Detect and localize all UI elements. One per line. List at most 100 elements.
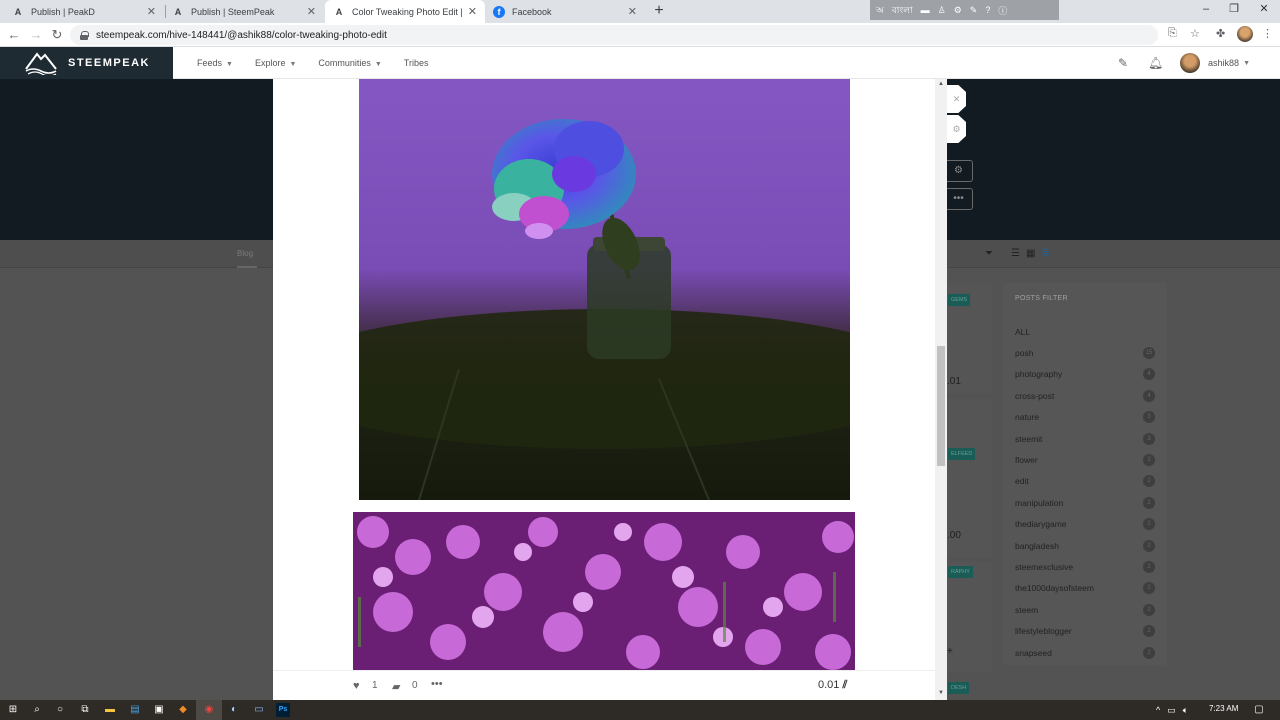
nav-explore[interactable]: Explore ▼ <box>255 58 296 68</box>
filter-item[interactable]: steem 2 <box>1003 599 1167 620</box>
photoshop-icon[interactable]: Ps <box>276 703 290 717</box>
chrome-menu-icon[interactable]: ⋮ <box>1262 27 1273 40</box>
avatar[interactable] <box>1180 53 1201 73</box>
filter-count-badge: 2 <box>1143 603 1155 616</box>
extensions-puzzle-icon[interactable]: ✤ <box>1216 27 1225 40</box>
volume-icon[interactable]: 🔈︎ <box>1183 705 1188 716</box>
close-tab-icon[interactable]: ✕ <box>628 5 637 18</box>
filter-name: steemexclusive <box>1015 561 1074 572</box>
main-navigation: Feeds ▼ Explore ▼ Communities ▼ Tribes <box>197 47 429 79</box>
nav-feeds[interactable]: Feeds ▼ <box>197 58 233 68</box>
compact-view-icon[interactable]: ≣ <box>1041 248 1049 259</box>
tab-color-tweaking[interactable]: A Color Tweaking Photo Edit | Stee ✕ <box>325 0 485 23</box>
reload-icon[interactable]: ↻ <box>48 26 66 44</box>
more-options-icon[interactable]: ••• <box>431 678 443 690</box>
bangla-keyboard-icon[interactable]: অ <box>876 3 884 18</box>
windows-start-icon[interactable]: ⊞ <box>6 703 20 717</box>
network-icon[interactable]: ▭ <box>1167 705 1176 716</box>
more-options-button[interactable]: ••• <box>944 188 973 210</box>
cortana-icon[interactable]: ○ <box>53 703 67 717</box>
filter-item[interactable]: snapseed 2 <box>1003 642 1167 663</box>
info-icon[interactable]: ⓘ <box>998 4 1007 17</box>
chevron-up-icon[interactable]: ^ <box>1156 705 1160 715</box>
new-tab-button[interactable]: + <box>650 2 668 20</box>
nav-communities[interactable]: Communities ▼ <box>318 58 381 68</box>
search-icon[interactable]: ⌕ <box>30 703 44 717</box>
steempeak-logo[interactable]: STEEMPEAK <box>0 47 173 79</box>
profile-avatar[interactable] <box>1237 26 1253 42</box>
username[interactable]: ashik88 <box>1208 58 1239 68</box>
chrome-icon[interactable]: ◉ <box>202 703 216 717</box>
lock-icon[interactable] <box>80 30 89 40</box>
keyboard-icon[interactable]: ▬ <box>921 5 930 15</box>
notifications-icon[interactable]: ▢ <box>1252 703 1266 717</box>
chevron-down-icon: ▼ <box>289 61 297 68</box>
logo-wordmark: STEEMPEAK <box>68 57 150 69</box>
filter-item[interactable]: edit 2 <box>1003 471 1167 492</box>
filter-item[interactable]: manipulation 2 <box>1003 492 1167 513</box>
filter-item[interactable]: the1000daysofsteem 2 <box>1003 578 1167 599</box>
filter-item[interactable]: nature 3 <box>1003 407 1167 428</box>
close-tab-icon[interactable]: ✕ <box>468 5 477 18</box>
filter-item[interactable]: steemexclusive 2 <box>1003 556 1167 577</box>
close-window-button[interactable]: ✕ <box>1250 0 1278 20</box>
filter-item[interactable]: photography 4 <box>1003 364 1167 385</box>
filter-item[interactable]: posh 15 <box>1003 342 1167 363</box>
close-tab-icon[interactable]: ✕ <box>307 5 316 18</box>
task-view-icon[interactable]: ⧉ <box>78 703 92 717</box>
modal-scrollbar[interactable]: ▲ ▼ <box>935 79 947 700</box>
taskbar-clock[interactable]: 7:23 AM <box>1209 704 1238 713</box>
address-bar[interactable]: steempeak.com/hive-148441/@ashik88/color… <box>70 25 1158 45</box>
filter-item[interactable]: bangladesh 2 <box>1003 535 1167 556</box>
file-explorer-icon[interactable]: ▬ <box>103 703 117 717</box>
scroll-up-arrow-icon[interactable]: ▲ <box>937 81 945 87</box>
pencil-icon[interactable]: ✎ <box>1116 56 1130 70</box>
pin-icon[interactable]: ♙ <box>938 5 946 16</box>
settings-icon[interactable]: ⚙ <box>954 5 962 16</box>
filter-item[interactable]: cross-post 4 <box>1003 385 1167 406</box>
back-arrow-icon[interactable]: ← <box>5 26 23 44</box>
chevron-down-icon[interactable]: ▼ <box>1243 60 1250 67</box>
minimize-window-button[interactable]: – <box>1192 0 1220 20</box>
maximize-window-button[interactable]: ❐ <box>1220 0 1248 20</box>
community-tag: RAPHY <box>948 566 973 578</box>
language-label[interactable]: বাংলা <box>892 3 913 18</box>
translate-icon[interactable]: ⎘ <box>1168 27 1177 40</box>
app-icon[interactable]: ◐ <box>227 703 241 717</box>
tab-publish-peakd[interactable]: A Publish | PeakD ✕ <box>4 0 164 23</box>
list-view-icon[interactable]: ☰ <box>1011 248 1020 259</box>
flower-vase-photo <box>359 79 850 500</box>
tab-blog[interactable]: Blog <box>237 249 253 258</box>
heart-icon[interactable]: ♥ <box>353 680 360 692</box>
comment-count[interactable]: 0 <box>412 680 418 691</box>
tab-facebook[interactable]: f Facebook ✕ <box>485 0 645 23</box>
close-tab-icon[interactable]: ✕ <box>147 5 156 18</box>
tab-publish-steempeak[interactable]: A Publish | SteemPeak ✕ <box>164 0 324 23</box>
bell-icon[interactable]: 🔔︎ <box>1148 56 1163 70</box>
edit-icon[interactable]: ✎ <box>970 5 978 16</box>
nav-tribes[interactable]: Tribes <box>404 58 429 68</box>
filter-funnel-icon[interactable]: ⏷ <box>985 248 993 259</box>
app-icon[interactable]: ◆ <box>176 703 190 717</box>
app-icon[interactable]: ▤ <box>128 703 142 717</box>
filter-item[interactable]: thediarygame 2 <box>1003 514 1167 535</box>
tab-title: Publish | SteemPeak <box>191 6 275 17</box>
forward-arrow-icon[interactable]: → <box>27 26 45 44</box>
filter-item[interactable]: flower 3 <box>1003 449 1167 470</box>
bookmark-star-icon[interactable]: ☆ <box>1190 27 1200 40</box>
url-text[interactable]: steempeak.com/hive-148441/@ashik88/color… <box>96 30 387 41</box>
scrollbar-thumb[interactable] <box>937 346 945 466</box>
scroll-down-arrow-icon[interactable]: ▼ <box>937 690 945 696</box>
app-icon[interactable]: ▣ <box>152 703 166 717</box>
filter-item[interactable]: lifestyleblogger 2 <box>1003 620 1167 641</box>
grid-view-icon[interactable]: ▦ <box>1026 248 1035 259</box>
filter-count-badge: 3 <box>1143 454 1155 467</box>
vote-count[interactable]: 1 <box>372 680 378 691</box>
post-payout[interactable]: 0.01 ⫽ <box>818 679 847 692</box>
filter-item[interactable]: steemit 3 <box>1003 428 1167 449</box>
help-icon[interactable]: ? <box>985 5 990 15</box>
filter-item[interactable]: ALL <box>1003 321 1167 342</box>
app-icon[interactable]: ▭ <box>252 703 266 717</box>
settings-gear-button[interactable]: ⚙ <box>944 160 973 182</box>
comment-icon[interactable]: ▰ <box>392 680 400 693</box>
